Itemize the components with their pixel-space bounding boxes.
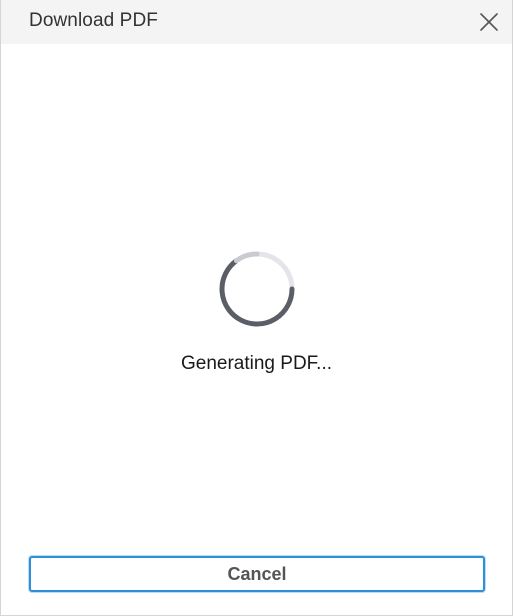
- dialog-titlebar: Download PDF: [1, 0, 512, 44]
- download-pdf-dialog: Download PDF Generating PDF... Cancel: [0, 0, 513, 616]
- close-icon[interactable]: [473, 6, 505, 38]
- cancel-button[interactable]: Cancel: [29, 556, 485, 592]
- loading-spinner-icon: [219, 251, 295, 327]
- close-button[interactable]: [473, 6, 505, 38]
- status-text: Generating PDF...: [180, 353, 333, 374]
- dialog-title: Download PDF: [29, 10, 158, 31]
